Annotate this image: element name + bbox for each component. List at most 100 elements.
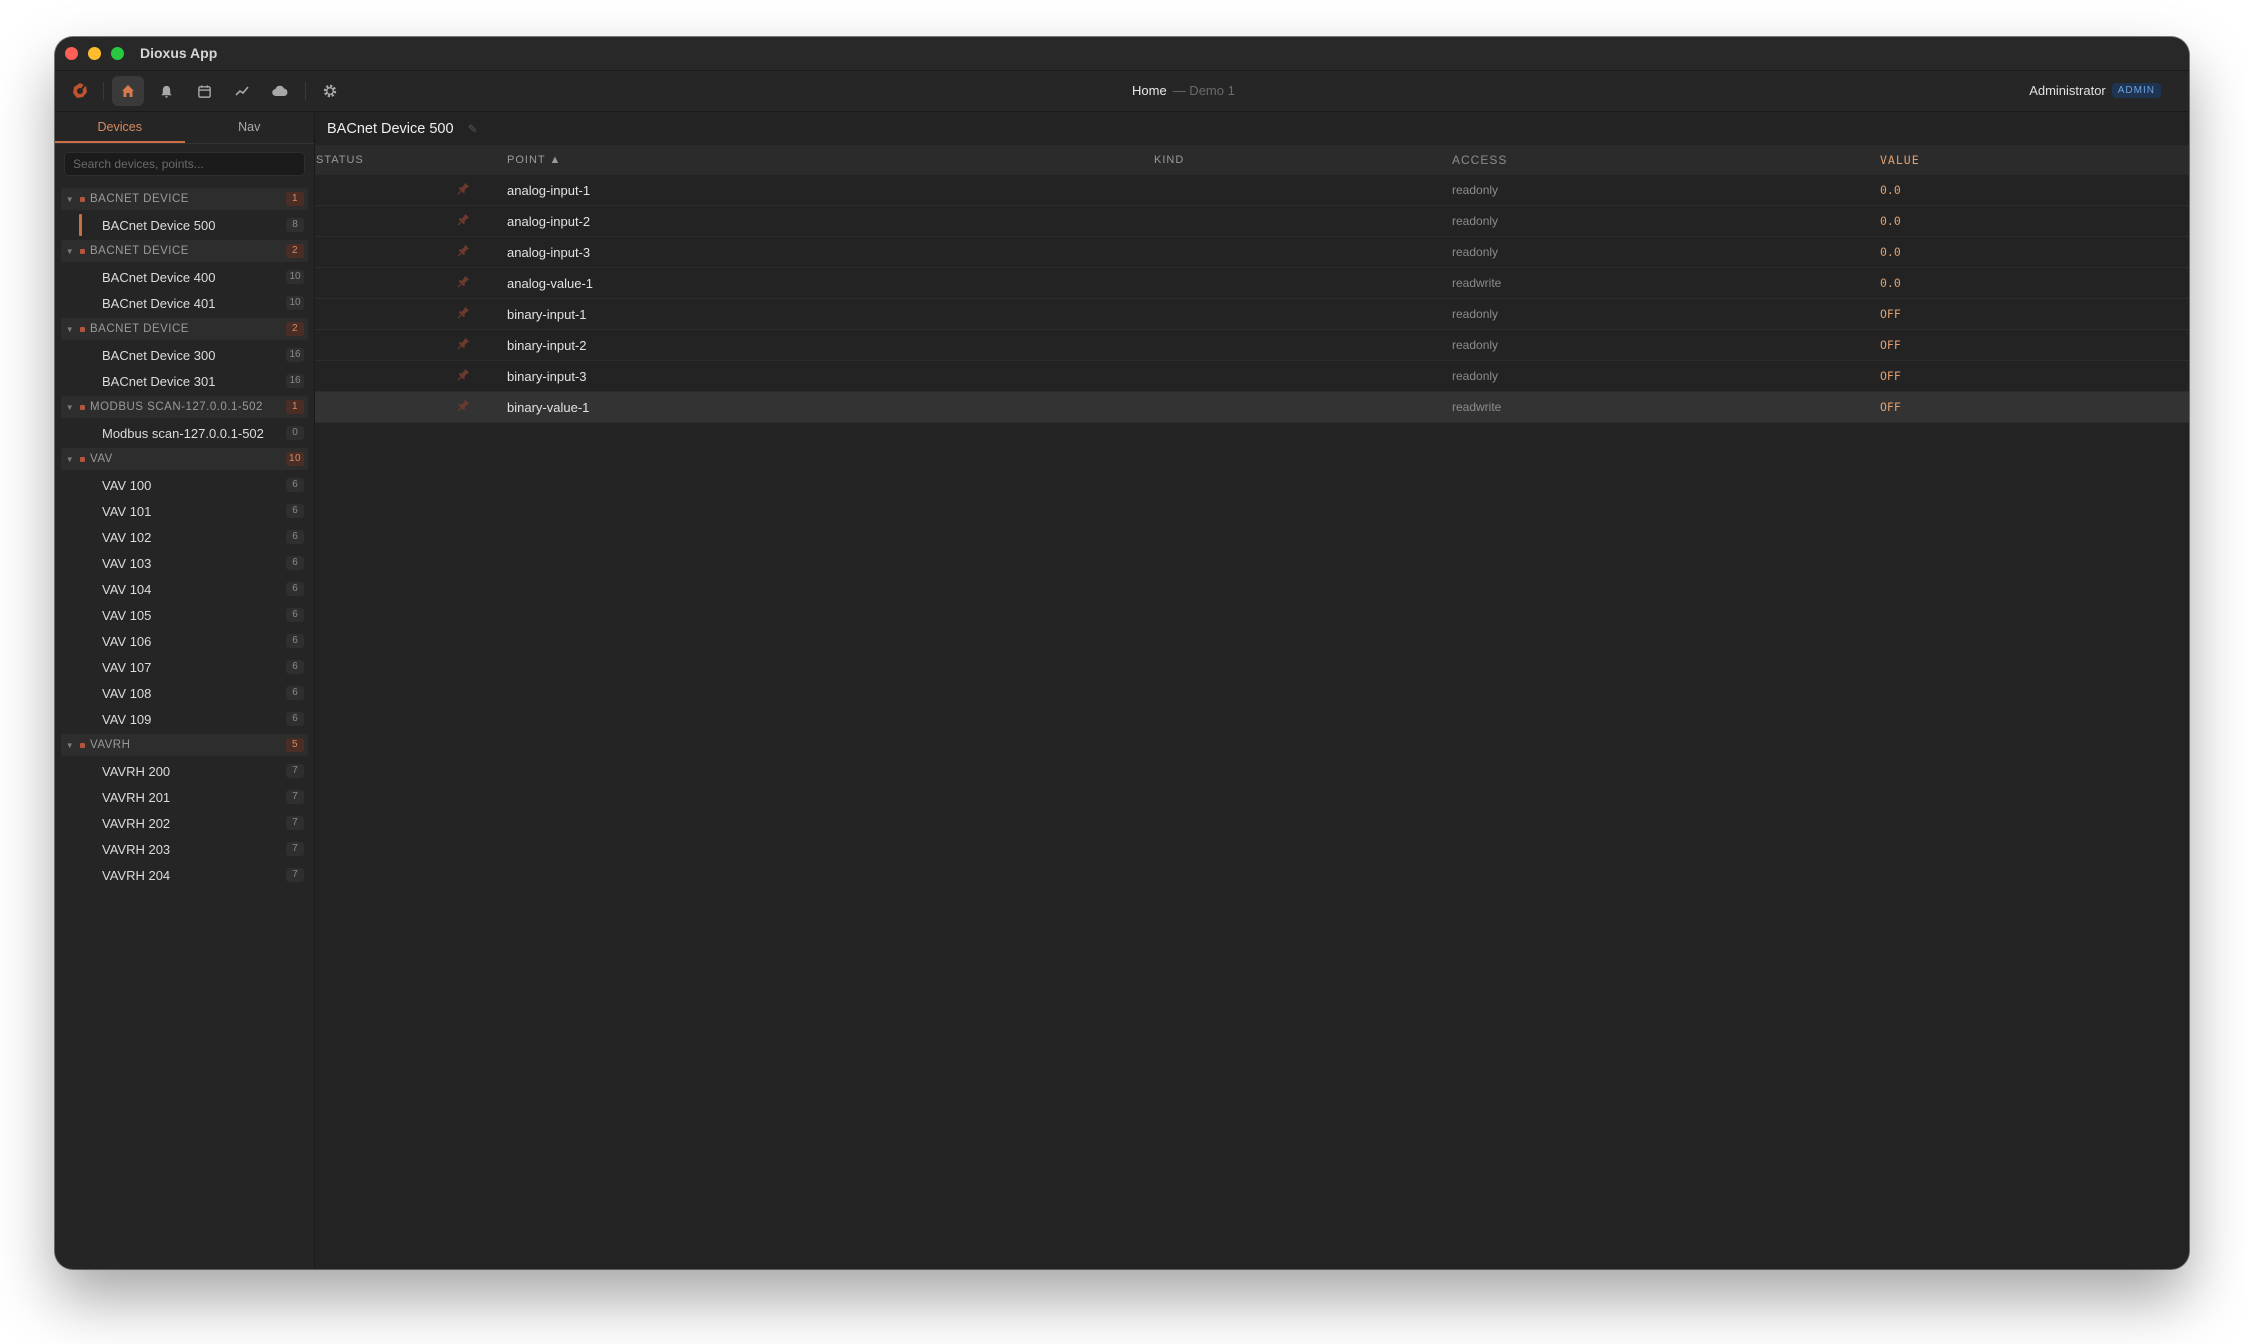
sidebar-device-item[interactable]: VAVRH 200 7 — [55, 758, 314, 784]
chevron-down-icon[interactable]: ▼ — [63, 741, 77, 750]
table-row[interactable]: binary-input-3 readonly OFF — [315, 360, 2189, 392]
chevron-down-icon[interactable]: ▼ — [63, 195, 77, 204]
pin-icon[interactable] — [453, 337, 473, 353]
device-name: BACnet Device 301 — [102, 373, 216, 389]
minimize-window-button[interactable] — [88, 47, 101, 60]
sidebar-device-item[interactable]: VAV 105 6 — [55, 602, 314, 628]
group-count: 5 — [286, 738, 304, 752]
sidebar-device-item[interactable]: VAV 108 6 — [55, 680, 314, 706]
device-point-count: 8 — [286, 218, 304, 232]
device-point-count: 0 — [286, 426, 304, 440]
point-kind — [1153, 391, 1451, 423]
sidebar-device-item[interactable]: VAV 107 6 — [55, 654, 314, 680]
chevron-down-icon[interactable]: ▼ — [63, 247, 77, 256]
pin-icon[interactable] — [453, 213, 473, 229]
cloud-icon[interactable] — [264, 76, 296, 106]
sidebar-device-item[interactable]: VAV 109 6 — [55, 706, 314, 732]
table-row[interactable]: analog-input-3 readonly 0.0 — [315, 236, 2189, 268]
device-point-count: 10 — [286, 270, 304, 284]
bell-icon[interactable] — [150, 76, 182, 106]
chevron-down-icon[interactable]: ▼ — [63, 325, 77, 334]
device-group[interactable]: ▼ MODBUS SCAN-127.0.0.1-502 1 — [61, 396, 308, 418]
point-name: analog-input-2 — [507, 205, 1153, 237]
device-point-count: 16 — [286, 348, 304, 362]
table-row[interactable]: binary-input-2 readonly OFF — [315, 329, 2189, 361]
tab-nav[interactable]: Nav — [185, 112, 315, 143]
sidebar-device-item[interactable]: VAV 101 6 — [55, 498, 314, 524]
device-point-count: 6 — [286, 478, 304, 492]
status-cell — [315, 267, 507, 299]
search-input[interactable] — [65, 153, 304, 175]
point-name: analog-input-3 — [507, 236, 1153, 268]
home-icon[interactable] — [112, 76, 144, 106]
pin-icon[interactable] — [453, 399, 473, 415]
column-point[interactable]: POINT ▲ — [507, 145, 1153, 175]
table-row[interactable]: analog-value-1 readwrite 0.0 — [315, 267, 2189, 299]
column-access[interactable]: ACCESS — [1451, 145, 1879, 175]
sidebar-device-item[interactable]: VAV 100 6 — [55, 472, 314, 498]
group-count: 1 — [286, 192, 304, 206]
column-status[interactable]: STATUS — [315, 145, 507, 175]
point-kind — [1153, 298, 1451, 330]
status-cell — [315, 298, 507, 330]
close-window-button[interactable] — [65, 47, 78, 60]
gear-icon[interactable] — [314, 76, 346, 106]
table-row[interactable]: analog-input-2 readonly 0.0 — [315, 205, 2189, 237]
point-name: binary-value-1 — [507, 391, 1153, 423]
sidebar-device-item[interactable]: VAVRH 201 7 — [55, 784, 314, 810]
sidebar-device-item[interactable]: BACnet Device 401 10 — [55, 290, 314, 316]
status-cell — [315, 205, 507, 237]
device-name: VAV 103 — [102, 555, 152, 571]
device-point-count: 6 — [286, 556, 304, 570]
group-name: BACNET DEVICE — [90, 245, 189, 257]
point-access: readonly — [1451, 329, 1879, 361]
chevron-down-icon[interactable]: ▼ — [63, 455, 77, 464]
device-point-count: 7 — [286, 790, 304, 804]
device-group[interactable]: ▼ VAV 10 — [61, 448, 308, 470]
tab-devices[interactable]: Devices — [55, 112, 185, 143]
zoom-window-button[interactable] — [111, 47, 124, 60]
device-point-count: 6 — [286, 582, 304, 596]
sidebar-device-item[interactable]: BACnet Device 301 16 — [55, 368, 314, 394]
sidebar-device-item[interactable]: BACnet Device 300 16 — [55, 342, 314, 368]
sidebar-device-item[interactable]: VAV 102 6 — [55, 524, 314, 550]
pin-icon[interactable] — [453, 275, 473, 291]
pin-icon[interactable] — [453, 244, 473, 260]
sidebar-device-item[interactable]: BACnet Device 400 10 — [55, 264, 314, 290]
sidebar-device-item[interactable]: VAV 104 6 — [55, 576, 314, 602]
calendar-icon[interactable] — [188, 76, 220, 106]
pin-icon[interactable] — [453, 368, 473, 384]
sidebar-device-item[interactable]: Modbus scan-127.0.0.1-502 0 — [55, 420, 314, 446]
column-kind[interactable]: KIND — [1153, 145, 1451, 175]
chart-line-icon[interactable] — [226, 76, 258, 106]
table-row[interactable]: binary-value-1 readwrite OFF — [315, 391, 2189, 423]
breadcrumb-title[interactable]: Home — [1132, 83, 1167, 98]
device-group[interactable]: ▼ VAVRH 5 — [61, 734, 308, 756]
device-name: VAV 105 — [102, 607, 152, 623]
pin-icon[interactable] — [453, 182, 473, 198]
sidebar: Devices Nav ▼ BACNET DEVICE 1 BACnet Device… — [55, 112, 315, 1269]
table-row[interactable]: analog-input-1 readonly 0.0 — [315, 175, 2189, 206]
point-access: readonly — [1451, 175, 1879, 206]
user-menu[interactable]: Administrator ADMIN — [2029, 83, 2161, 98]
sidebar-device-item[interactable]: BACnet Device 500 8 — [55, 212, 314, 238]
sidebar-device-item[interactable]: VAVRH 203 7 — [55, 836, 314, 862]
point-value: 0.0 — [1879, 267, 2189, 299]
table-row[interactable]: binary-input-1 readonly OFF — [315, 298, 2189, 330]
column-value[interactable]: VALUE — [1879, 145, 2189, 175]
device-group[interactable]: ▼ BACNET DEVICE 1 — [61, 188, 308, 210]
logo-icon[interactable] — [64, 76, 96, 106]
toolbar: Home — Demo 1 Administrator ADMIN — [55, 71, 2189, 112]
edit-icon[interactable]: ✎ — [468, 122, 478, 136]
chevron-down-icon[interactable]: ▼ — [63, 403, 77, 412]
point-kind — [1153, 360, 1451, 392]
point-kind — [1153, 236, 1451, 268]
pin-icon[interactable] — [453, 306, 473, 322]
sidebar-device-item[interactable]: VAV 106 6 — [55, 628, 314, 654]
title-bar: Dioxus App — [55, 37, 2189, 71]
sidebar-device-item[interactable]: VAVRH 204 7 — [55, 862, 314, 888]
device-group[interactable]: ▼ BACNET DEVICE 2 — [61, 240, 308, 262]
sidebar-device-item[interactable]: VAVRH 202 7 — [55, 810, 314, 836]
sidebar-device-item[interactable]: VAV 103 6 — [55, 550, 314, 576]
device-group[interactable]: ▼ BACNET DEVICE 2 — [61, 318, 308, 340]
